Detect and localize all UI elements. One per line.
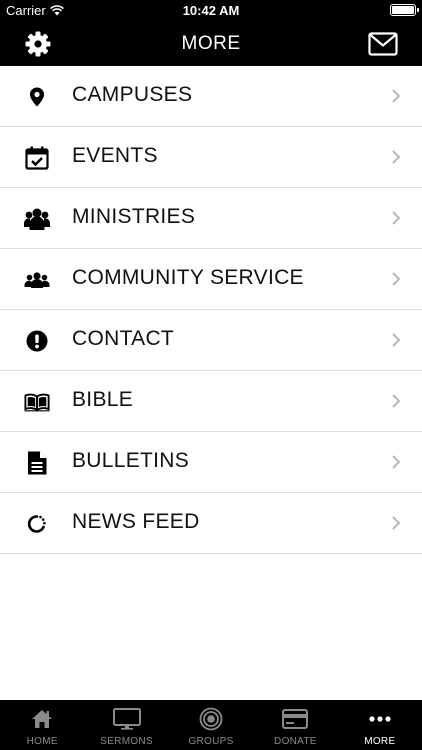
menu-item-label: MINISTRIES <box>72 205 196 228</box>
tab-groups[interactable]: GROUPS <box>169 700 253 750</box>
menu-item-label: CONTACT <box>72 327 175 350</box>
users-group-icon <box>24 206 50 232</box>
calendar-check-icon <box>24 145 50 171</box>
menu-item-label: BULLETINS <box>72 449 190 472</box>
tab-label: DONATE <box>274 736 317 747</box>
credit-card-icon <box>281 707 309 731</box>
menu-item-bulletins[interactable]: BULLETINS <box>0 432 422 493</box>
chevron-right-icon <box>392 394 401 408</box>
more-menu-list: CAMPUSES EVENTS MINISTRIES COMMUNITY SER… <box>0 66 422 700</box>
menu-item-community-service[interactable]: COMMUNITY SERVICE <box>0 249 422 310</box>
open-book-icon <box>24 389 50 415</box>
tab-label: MORE <box>364 736 396 747</box>
monitor-icon <box>112 707 141 731</box>
document-icon <box>24 450 50 476</box>
chevron-right-icon <box>392 333 401 347</box>
menu-item-label: COMMUNITY SERVICE <box>72 266 304 289</box>
menu-item-label: BIBLE <box>72 388 134 411</box>
menu-item-events[interactable]: EVENTS <box>0 127 422 188</box>
tab-sermons[interactable]: SERMONS <box>84 700 168 750</box>
chevron-right-icon <box>392 516 401 530</box>
status-bar: Carrier 10:42 AM <box>0 0 422 22</box>
tab-home[interactable]: HOME <box>0 700 84 750</box>
chevron-right-icon <box>392 89 401 103</box>
page-title: MORE <box>181 33 241 54</box>
chevron-right-icon <box>392 150 401 164</box>
tab-label: SERMONS <box>100 736 153 747</box>
map-pin-icon <box>24 84 50 110</box>
chevron-right-icon <box>392 211 401 225</box>
exclamation-circle-icon <box>24 328 50 354</box>
menu-item-label: CAMPUSES <box>72 83 193 106</box>
menu-item-news-feed[interactable]: NEWS FEED <box>0 493 422 554</box>
tab-label: HOME <box>26 736 58 747</box>
target-icon <box>197 707 225 731</box>
tab-more[interactable]: MORE <box>338 700 422 750</box>
menu-item-label: EVENTS <box>72 144 158 167</box>
chevron-right-icon <box>392 455 401 469</box>
menu-item-label: NEWS FEED <box>72 510 200 533</box>
menu-item-campuses[interactable]: CAMPUSES <box>0 66 422 127</box>
tab-bar: HOME SERMONS GROUPS DONATE MORE <box>0 700 422 750</box>
battery-icon <box>390 4 419 16</box>
menu-item-contact[interactable]: CONTACT <box>0 310 422 371</box>
status-time: 10:42 AM <box>182 3 240 18</box>
people-icon <box>24 267 50 293</box>
menu-item-bible[interactable]: BIBLE <box>0 371 422 432</box>
tab-label: GROUPS <box>188 736 234 747</box>
chevron-right-icon <box>392 272 401 286</box>
nav-bar: MORE <box>0 22 422 66</box>
tab-donate[interactable]: DONATE <box>253 700 337 750</box>
home-icon <box>28 707 56 731</box>
mail-icon[interactable] <box>368 32 398 56</box>
refresh-spinner-icon <box>24 511 50 537</box>
menu-item-ministries[interactable]: MINISTRIES <box>0 188 422 249</box>
ellipsis-icon <box>366 707 394 731</box>
